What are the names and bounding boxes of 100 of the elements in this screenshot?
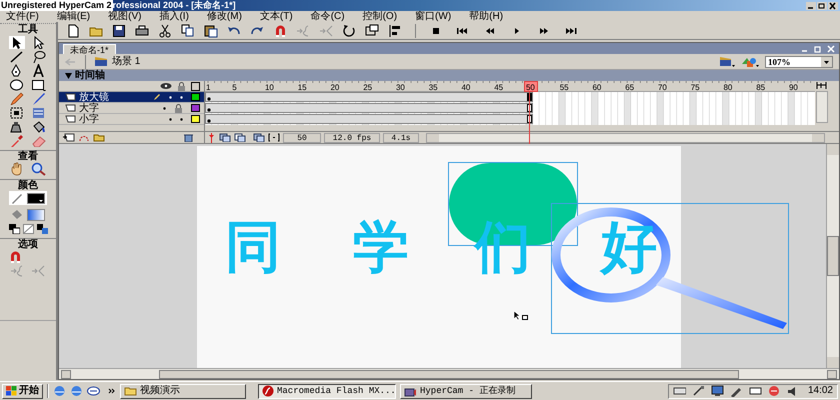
edit-symbols-icon[interactable] — [741, 56, 759, 68]
taskbar-button[interactable]: 视频演示 — [120, 384, 246, 398]
arrow-tool-icon[interactable] — [9, 36, 25, 48]
paint-bucket-tool-icon[interactable] — [31, 120, 47, 132]
lock-icon[interactable] — [177, 82, 186, 90]
outline-icon[interactable] — [191, 82, 200, 90]
line-tool-icon[interactable] — [9, 50, 25, 62]
keyframe-dot-icon — [207, 97, 211, 101]
add-folder-icon[interactable] — [93, 133, 105, 142]
eyedropper-tool-icon[interactable] — [9, 134, 25, 146]
outlook-icon[interactable] — [87, 385, 100, 397]
lasso-tool-icon[interactable] — [31, 50, 47, 62]
menu-item[interactable]: 视图(V) — [108, 10, 142, 22]
layer-row[interactable]: 大字 — [59, 103, 204, 114]
menu-item[interactable]: 插入(I) — [159, 10, 189, 22]
fill-transform-tool-icon[interactable] — [31, 106, 47, 118]
frame-number: 30 — [396, 83, 405, 92]
collapse-arrow-icon[interactable] — [65, 72, 72, 78]
trash-icon[interactable] — [183, 133, 194, 142]
edit-multiple-frames-icon[interactable] — [253, 133, 265, 142]
add-layer-icon[interactable] — [63, 133, 75, 142]
menu-item[interactable]: 编辑(E) — [56, 10, 90, 22]
frame-number: 45 — [494, 83, 504, 92]
center-playhead-icon[interactable] — [207, 132, 216, 142]
monitor-icon[interactable] — [710, 385, 724, 397]
input-icon[interactable] — [748, 385, 762, 397]
start-button[interactable]: 开始 — [2, 384, 43, 398]
frame-number: 80 — [723, 83, 732, 92]
onion-skin-outline-icon[interactable] — [234, 133, 246, 142]
layer-color-swatch[interactable] — [191, 104, 200, 112]
pencil-tool-icon[interactable] — [9, 92, 25, 104]
stroke-pencil-icon — [11, 192, 23, 204]
stage-text: 好 — [601, 218, 657, 278]
printer-icon[interactable] — [135, 24, 149, 38]
pen-icon[interactable] — [730, 385, 743, 397]
dot-icon[interactable] — [169, 118, 172, 120]
onion-skin-icon[interactable] — [219, 133, 231, 142]
stroke-color-swatch[interactable] — [27, 192, 45, 204]
layer-color-swatch[interactable] — [191, 115, 200, 123]
menu-item[interactable]: 命令(C) — [310, 10, 345, 22]
menu-item[interactable]: 文本(T) — [260, 10, 293, 22]
rotate-icon[interactable] — [342, 24, 356, 38]
fill-color-swatch[interactable] — [27, 208, 45, 220]
scale-icon[interactable] — [365, 24, 379, 38]
network-cable-icon[interactable] — [692, 385, 705, 397]
cut-scissors-icon[interactable] — [158, 24, 172, 38]
add-guide-layer-icon[interactable] — [78, 133, 90, 142]
layer-row[interactable]: 小字 — [59, 114, 204, 125]
layer-row[interactable]: 放大镜 — [59, 92, 204, 103]
keyboard-icon[interactable] — [672, 385, 686, 397]
chevron-icon[interactable] — [108, 387, 116, 395]
flash-logo-icon — [262, 385, 274, 397]
dot-icon[interactable] — [180, 96, 183, 98]
frame-number: 10 — [264, 83, 274, 92]
no-color-icon[interactable] — [22, 224, 34, 234]
swap-colors-icon[interactable] — [36, 224, 48, 234]
playhead[interactable]: 50 — [524, 81, 538, 92]
dot-icon[interactable] — [169, 96, 172, 98]
free-transform-tool-icon[interactable] — [9, 106, 25, 118]
magnet-icon[interactable] — [8, 250, 23, 264]
copy-icon[interactable] — [181, 24, 195, 38]
dot-icon[interactable] — [180, 118, 183, 120]
align-icon[interactable] — [388, 24, 402, 38]
brush-tool-icon[interactable] — [31, 92, 47, 104]
document-tab[interactable]: 未命名-1* — [63, 44, 116, 54]
frame-number: 20 — [330, 83, 340, 92]
oval-tool-icon[interactable] — [9, 78, 25, 90]
paste-clipboard-icon[interactable] — [204, 24, 218, 38]
layer-icon — [65, 115, 76, 123]
zoom-dropdown[interactable]: 107% — [765, 56, 833, 68]
frame-number: 70 — [658, 83, 667, 92]
menu-item[interactable]: 修改(M) — [206, 10, 242, 22]
security-icon[interactable] — [768, 385, 781, 397]
menu-item[interactable]: 文件(F) — [6, 10, 39, 22]
onion-markers-icon[interactable] — [268, 133, 280, 142]
menu-item[interactable]: 窗口(W) — [415, 10, 452, 22]
browser-icon[interactable] — [70, 385, 83, 397]
stage-text: 学 — [353, 218, 409, 278]
lock-icon[interactable] — [174, 104, 183, 112]
menu-item[interactable]: 控制(O) — [362, 10, 398, 22]
zoom-tool-icon[interactable] — [31, 162, 47, 176]
dot-icon[interactable] — [163, 106, 166, 110]
minimize-icon[interactable] — [806, 2, 816, 10]
clapperboard-icon — [94, 56, 108, 67]
default-colors-icon[interactable] — [8, 224, 20, 234]
keyframe-dot-icon — [207, 108, 211, 112]
menu-item[interactable]: 帮助(H) — [469, 10, 504, 22]
restore-icon[interactable] — [817, 2, 827, 10]
layer-color-swatch[interactable] — [191, 93, 200, 101]
center-frame-icon[interactable] — [816, 81, 827, 90]
taskbar-button[interactable]: HyperCam - 正在录制 — [400, 384, 532, 398]
taskbar-button[interactable]: Macromedia Flash MX... — [258, 384, 396, 398]
close-icon[interactable] — [828, 2, 838, 10]
edit-scene-icon[interactable] — [719, 56, 735, 68]
vertical-scrollbar[interactable] — [816, 91, 828, 123]
browser-icon[interactable] — [53, 385, 66, 397]
rectangle-tool-icon[interactable] — [31, 78, 47, 90]
vertical-scrollbar[interactable] — [826, 144, 839, 368]
magnet-icon[interactable] — [273, 24, 287, 38]
eye-icon[interactable] — [160, 82, 172, 90]
